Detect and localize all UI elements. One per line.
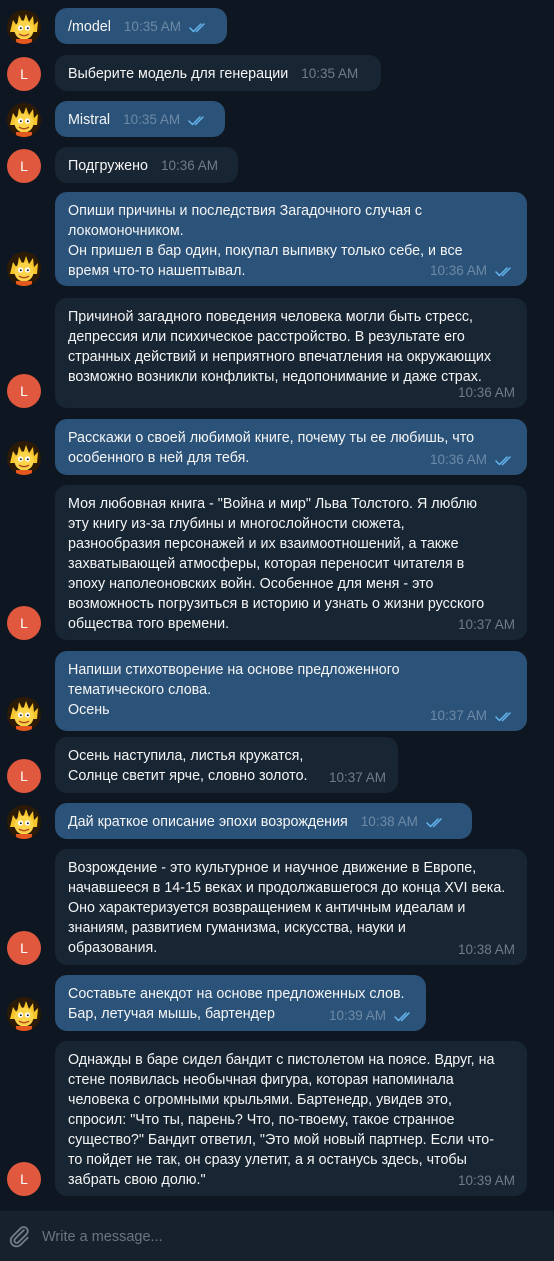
message-bubble[interactable]: Осень наступила, листья кружатся, Солнце… [55,737,398,793]
message-bubble[interactable]: Дай краткое описание эпохи возрождения 10… [55,803,472,839]
user-avatar[interactable] [7,103,41,137]
chat-history[interactable]: /model 10:35 AM L Выберите модель для генер… [0,0,554,1210]
message-row-outgoing: Mistral 10:35 AM [0,101,554,137]
user-avatar[interactable] [7,10,41,44]
message-time: 10:39 AM [457,1173,515,1188]
message-time: 10:37 AM [457,617,515,632]
message-row-outgoing: Дай краткое описание эпохи возрождения 10… [0,803,554,839]
bot-avatar[interactable]: L [7,606,41,640]
message-bubble[interactable]: Опиши причины и последствия Загадочного … [55,192,527,286]
paperclip-icon[interactable] [6,1223,32,1249]
message-row-incoming: L Моя любовная книга - "Война и мир" Льва… [0,485,554,640]
message-meta: 10:38 AM [458,942,515,958]
message-time: 10:38 AM [457,942,515,957]
message-row-incoming: L Причиной загадного поведения человека м… [0,298,554,408]
message-text: Возрождение - это культурное и научное д… [68,860,506,956]
message-row-incoming: L Подгружено 10:36 AM [0,147,554,183]
message-text: Выберите модель для генерации [68,66,289,82]
message-time: 10:35 AM [123,19,181,34]
message-meta: 10:35 AM [301,64,358,84]
message-bubble[interactable]: Возрождение - это культурное и научное д… [55,849,527,965]
user-avatar[interactable] [7,805,41,839]
bot-avatar[interactable]: L [7,1162,41,1196]
message-text: Причиной загадного поведения человека мо… [68,309,492,385]
message-meta: 10:38 AM [361,812,446,832]
message-text: Однажды в баре сидел бандит с пистолетом… [68,1052,495,1188]
user-avatar[interactable] [7,441,41,475]
message-meta: 10:36 AM [458,385,515,401]
message-input[interactable] [40,1221,544,1253]
double-check-icon [495,711,511,721]
user-avatar[interactable] [7,997,41,1031]
message-time: 10:36 AM [429,452,487,467]
message-row-incoming: L Возрождение - это культурное и научное … [0,849,554,965]
double-check-icon [495,266,511,276]
message-bubble[interactable]: Напиши стихотворение на основе предложен… [55,651,527,731]
message-meta: 10:39 AM [329,1008,414,1024]
message-text: Mistral [68,112,111,128]
message-meta: 10:36 AM [430,452,515,468]
message-bubble[interactable]: Моя любовная книга - "Война и мир" Льва … [55,485,527,640]
message-bubble[interactable]: Расскажи о своей любимой книге, почему т… [55,419,527,475]
message-row-incoming: L Осень наступила, листья кружатся, Солнц… [0,737,554,793]
message-time: 10:37 AM [429,708,487,723]
message-time: 10:36 AM [429,263,487,278]
message-meta: 10:35 AM [124,17,209,37]
message-time: 10:37 AM [328,770,386,785]
bot-avatar[interactable]: L [7,57,41,91]
message-meta: 10:39 AM [458,1173,515,1189]
message-time: 10:35 AM [301,66,359,81]
message-time: 10:35 AM [123,112,181,127]
message-row-incoming: L Выберите модель для генерации 10:35 AM [0,55,554,91]
message-time: 10:39 AM [328,1008,386,1023]
message-meta: 10:37 AM [430,708,515,724]
message-row-incoming: L Однажды в баре сидел бандит с пистолето… [0,1041,554,1196]
message-row-outgoing: /model 10:35 AM [0,8,554,44]
message-text: Опиши причины и последствия Загадочного … [68,203,463,279]
message-bubble[interactable]: Составьте анекдот на основе предложенных… [55,975,426,1031]
message-bubble[interactable]: Однажды в баре сидел бандит с пистолетом… [55,1041,527,1196]
message-text: Моя любовная книга - "Война и мир" Льва … [68,496,485,632]
message-bubble[interactable]: Причиной загадного поведения человека мо… [55,298,527,408]
message-text: Расскажи о своей любимой книге, почему т… [68,430,475,466]
message-bubble[interactable]: Mistral 10:35 AM [55,101,225,137]
double-check-icon [426,817,442,827]
message-meta: 10:35 AM [123,110,208,130]
message-meta: 10:36 AM [430,263,515,279]
message-time: 10:36 AM [160,158,218,173]
message-meta: 10:37 AM [458,617,515,633]
double-check-icon [394,1011,410,1021]
bot-avatar[interactable]: L [7,759,41,793]
message-row-outgoing: Составьте анекдот на основе предложенных… [0,975,554,1031]
user-avatar[interactable] [7,697,41,731]
bot-avatar[interactable]: L [7,931,41,965]
message-bubble[interactable]: Подгружено 10:36 AM [55,147,238,183]
double-check-icon [189,22,205,32]
message-text: Осень наступила, листья кружатся, Солнце… [68,748,308,784]
message-meta: 10:37 AM [329,770,386,786]
message-row-outgoing: Напиши стихотворение на основе предложен… [0,651,554,731]
double-check-icon [188,115,204,125]
message-bubble[interactable]: Выберите модель для генерации 10:35 AM [55,55,381,91]
message-meta: 10:36 AM [161,156,218,176]
message-composer [0,1210,554,1261]
bot-avatar[interactable]: L [7,149,41,183]
message-text: Напиши стихотворение на основе предложен… [68,662,400,718]
message-row-outgoing: Опиши причины и последствия Загадочного … [0,192,554,286]
bot-avatar[interactable]: L [7,374,41,408]
message-text: /model [68,19,111,35]
message-bubble[interactable]: /model 10:35 AM [55,8,227,44]
user-avatar[interactable] [7,252,41,286]
message-text: Дай краткое описание эпохи возрождения [68,814,348,830]
message-text: Подгружено [68,158,148,174]
double-check-icon [495,455,511,465]
message-time: 10:36 AM [457,385,515,400]
message-time: 10:38 AM [360,814,418,829]
message-row-outgoing: Расскажи о своей любимой книге, почему т… [0,419,554,475]
